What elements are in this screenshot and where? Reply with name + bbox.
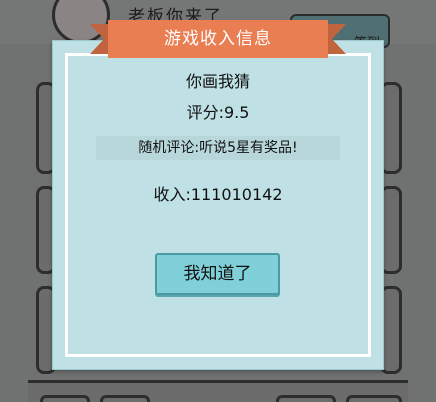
background-bottom-slot: [276, 395, 336, 402]
game-name: 你画我猜: [185, 72, 250, 91]
background-bottom-slot: [346, 395, 402, 402]
dialog-title-ribbon: 游戏收入信息: [90, 20, 346, 58]
dialog-title: 游戏收入信息: [164, 29, 272, 49]
background-bottom-slot: [40, 395, 90, 402]
game-score: 评分:9.5: [186, 103, 250, 122]
confirm-button[interactable]: 我知道了: [155, 253, 280, 295]
random-comment: 随机评论:听说5星有奖品!: [96, 136, 340, 160]
game-screen: 老板你来了 签到 游戏收入信息 你画我猜 评分:9.5 随机评论:听说5星有奖品…: [0, 0, 436, 402]
game-income: 收入:111010142: [153, 185, 283, 204]
background-bottom-slot: [100, 395, 150, 402]
